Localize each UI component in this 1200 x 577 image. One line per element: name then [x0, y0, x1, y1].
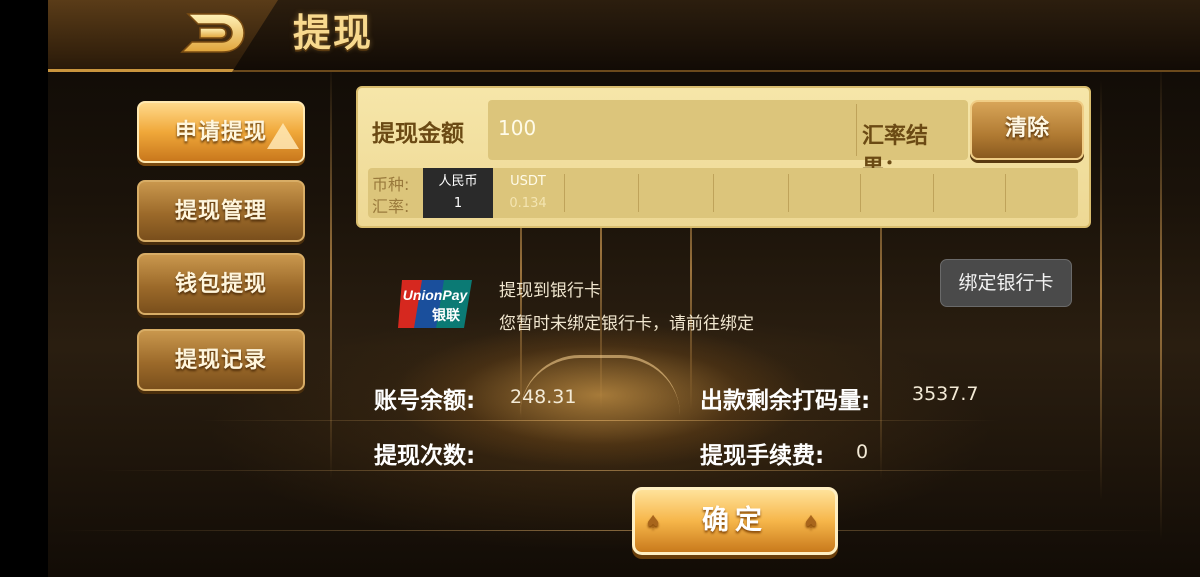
- amount-input[interactable]: 100: [498, 116, 536, 140]
- divider: [638, 174, 639, 212]
- active-indicator-icon: [267, 123, 299, 149]
- confirm-label: 确定: [702, 505, 768, 536]
- unionpay-logo-icon: UnionPay 银联: [398, 280, 472, 328]
- light-beam: [330, 60, 332, 480]
- divider: [564, 174, 565, 212]
- currency-rate: 0.134: [509, 196, 547, 211]
- currency-label: 币种:: [372, 175, 410, 194]
- currency-option-cny[interactable]: 人民币 1: [423, 168, 493, 218]
- floor-line: [200, 420, 1000, 421]
- divider: [1005, 174, 1006, 212]
- sidebar-item-label: 钱包提现: [174, 272, 267, 297]
- sidebar-item-label: 申请提现: [174, 120, 267, 145]
- currency-name: 人民币: [438, 174, 478, 189]
- balance-value: 248.31: [510, 386, 577, 408]
- page-title: 提现: [293, 11, 374, 55]
- bind-bank-card-button[interactable]: 绑定银行卡: [940, 259, 1072, 307]
- currency-selector: 币种: 汇率: 人民币 1 USDT 0.134: [368, 168, 1078, 218]
- divider: [933, 174, 934, 212]
- unionpay-logo-text: UnionPay: [403, 287, 469, 303]
- rate-label: 汇率:: [372, 197, 410, 216]
- floor-line: [100, 470, 1100, 471]
- bank-title: 提现到银行卡: [499, 281, 601, 301]
- sidebar-item-label: 提现记录: [174, 348, 267, 373]
- wager-label: 出款剩余打码量:: [700, 388, 871, 414]
- unionpay-logo-text: 银联: [432, 307, 461, 324]
- sidebar-item-withdraw-records[interactable]: 提现记录: [137, 329, 305, 391]
- fee-value: 0: [856, 441, 869, 463]
- light-beam: [1160, 60, 1162, 540]
- clear-button[interactable]: 清除: [970, 100, 1084, 160]
- sidebar-item-label: 提现管理: [174, 199, 267, 224]
- divider: [788, 174, 789, 212]
- divider: [856, 104, 857, 156]
- sidebar-item-withdraw-management[interactable]: 提现管理: [137, 180, 305, 242]
- amount-input-area: 100 汇率结果： 100: [488, 100, 1054, 181]
- light-beam: [1100, 80, 1102, 500]
- wager-value: 3537.7: [912, 383, 979, 405]
- divider: [713, 174, 714, 212]
- confirm-button[interactable]: ♠ 确定 ♠: [632, 487, 838, 555]
- spade-icon: ♠: [802, 512, 825, 533]
- bank-description: 您暂时未绑定银行卡，请前往绑定: [499, 314, 754, 334]
- currency-rate: 1: [453, 196, 463, 211]
- balance-label: 账号余额:: [374, 388, 476, 414]
- left-border: [0, 0, 48, 577]
- back-arrow-logo-icon[interactable]: [178, 8, 248, 58]
- amount-label: 提现金额: [372, 121, 464, 147]
- sidebar-item-apply-withdraw[interactable]: 申请提现: [137, 101, 305, 163]
- fee-label: 提现手续费:: [700, 443, 825, 469]
- spade-icon: ♠: [645, 512, 668, 533]
- divider: [860, 174, 861, 212]
- currency-option-usdt[interactable]: USDT 0.134: [493, 168, 563, 218]
- withdraw-count-label: 提现次数:: [374, 443, 476, 469]
- currency-name: USDT: [510, 174, 546, 189]
- floor-line: [60, 530, 1160, 531]
- withdraw-amount-panel: 提现金额 100 汇率结果： 100 清除 币种: 汇率: 人民币 1 USDT…: [356, 86, 1091, 228]
- sidebar-item-wallet-withdraw[interactable]: 钱包提现: [137, 253, 305, 315]
